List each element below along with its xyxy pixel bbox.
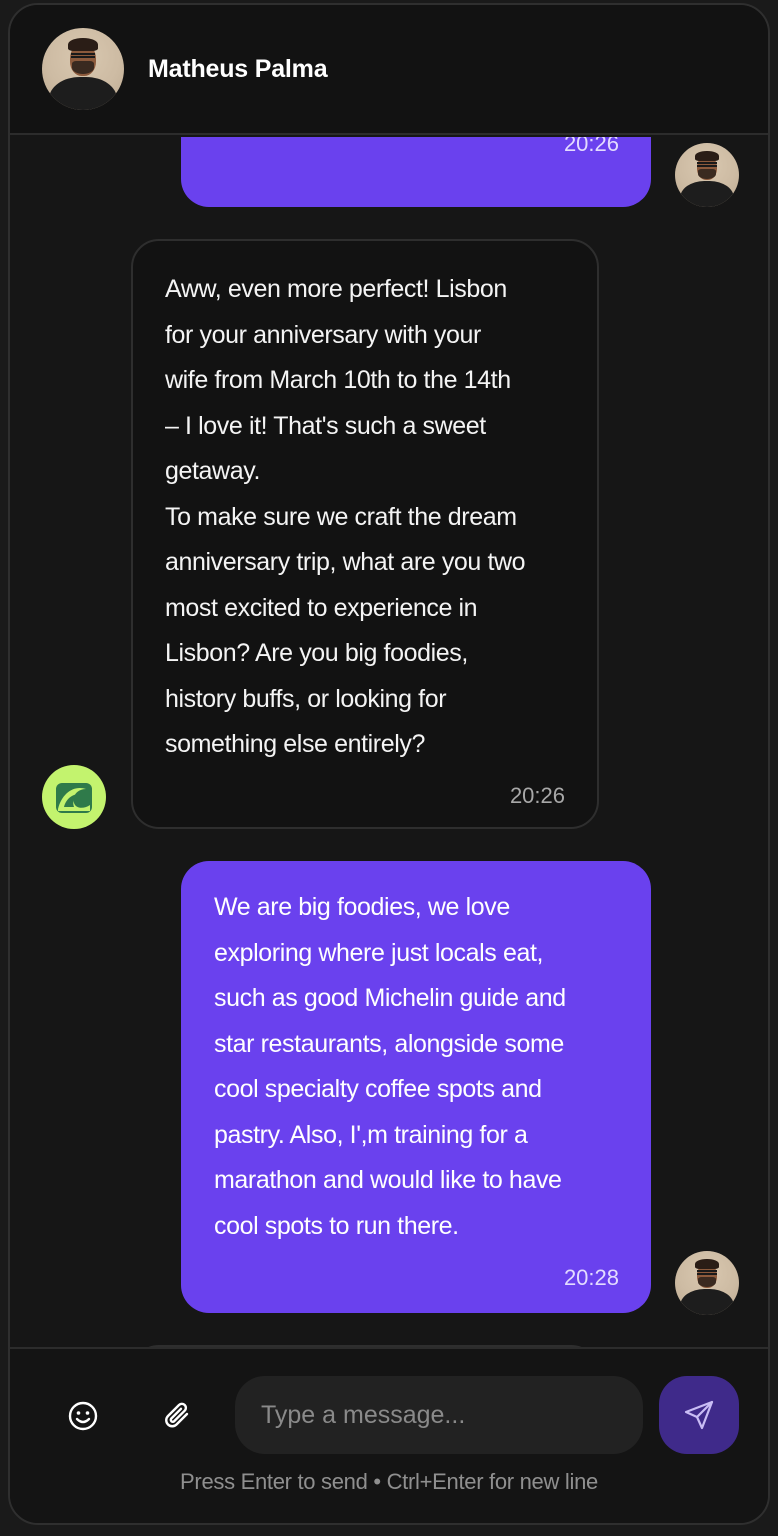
send-icon [684,1400,714,1430]
emoji-button[interactable] [55,1388,111,1444]
message-bubble-incoming: Aww, even more perfect! Lisbon for your … [131,239,599,829]
composer-hint: Press Enter to send • Ctrl+Enter for new… [180,1469,598,1494]
contact-name: Matheus Palma [148,54,328,83]
message-time: 20:26 [509,783,565,808]
message-time: 20:28 [563,1265,619,1290]
chat-window: Matheus Palma 20:26 Aww, even more perfe… [8,3,770,1525]
emoji-icon [68,1401,98,1431]
message-composer: Press Enter to send • Ctrl+Enter for new… [10,1347,768,1523]
message-bubble-outgoing: 20:26 [181,137,651,207]
paperclip-icon [165,1402,189,1428]
message-text: Aww, even more perfect! Lisbon for your … [165,275,526,758]
message-bubble-outgoing: We are big foodies, we love exploring wh… [181,861,651,1313]
send-button[interactable] [659,1376,739,1454]
message-time: 20:26 [563,137,619,156]
chat-header: Matheus Palma [10,5,768,135]
assistant-avatar [42,765,106,829]
user-avatar [675,143,739,207]
message-input[interactable] [235,1376,643,1454]
attach-button[interactable] [150,1388,206,1444]
message-text: We are big foodies, we love exploring wh… [214,893,566,1240]
contact-avatar[interactable] [42,28,124,110]
wave-logo-icon [56,783,92,813]
message-list[interactable]: 20:26 Aww, even more perfect! Lisbon for… [10,137,768,1347]
user-avatar [675,1251,739,1315]
